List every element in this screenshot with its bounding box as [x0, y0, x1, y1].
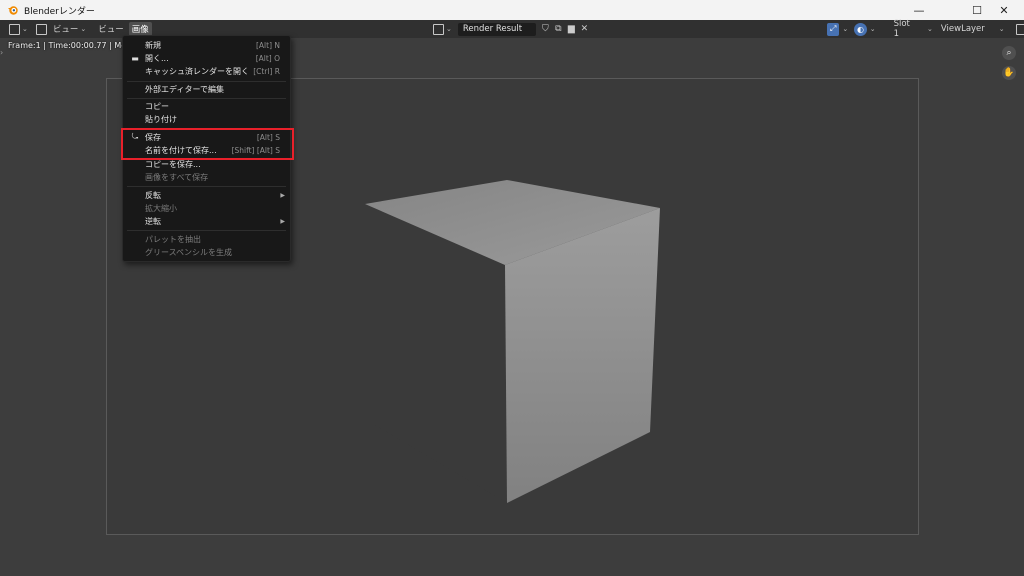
menu-item-label: コピー: [145, 101, 169, 111]
menu-item-edit-externally[interactable]: 外部エディターで編集: [123, 83, 290, 95]
sidebar-toggle-icon[interactable]: ›: [0, 48, 3, 57]
menu-item-label: 開く...: [145, 53, 169, 63]
folder-icon: ▬: [131, 53, 139, 63]
image-mode-icon: [35, 23, 47, 35]
menu-image[interactable]: 画像: [128, 22, 152, 36]
annotation-highlight-box: [121, 128, 294, 160]
display-channels-button[interactable]: ⌄: [1013, 22, 1024, 36]
chevron-down-icon: ⌄: [22, 25, 28, 33]
menu-item-open[interactable]: ▬ 開く... [Alt] O: [123, 52, 290, 64]
shortcut-label: [Alt] O: [255, 53, 280, 63]
open-folder-icon[interactable]: ▆: [565, 23, 578, 36]
chevron-down-icon: ⌄: [927, 25, 933, 33]
menu-item-paste[interactable]: 貼り付け: [123, 113, 290, 125]
render-info: Frame:1 | Time:00:00.77 | Mem:: [8, 41, 137, 50]
menu-item-label: コピーを保存...: [145, 159, 201, 169]
menu-separator: [127, 98, 286, 99]
shortcut-label: [Ctrl] R: [253, 66, 280, 76]
menu-item-label: パレットを抽出: [145, 234, 201, 244]
display-channels-icon: [1015, 23, 1024, 35]
chevron-down-icon: ⌄: [446, 25, 452, 33]
menu-item-label: 拡大縮小: [145, 203, 177, 213]
menu-view-2-label: ビュー: [98, 25, 124, 35]
blender-logo-icon: [8, 6, 18, 15]
menu-view-2[interactable]: ビュー: [95, 22, 127, 36]
unlink-x-icon[interactable]: ✕: [578, 23, 591, 36]
window-title: Blenderレンダー: [24, 6, 95, 17]
close-icon: ✕: [999, 3, 1009, 17]
mode-button[interactable]: [33, 22, 50, 36]
shortcut-label: [Alt] N: [255, 40, 280, 50]
minimize-button[interactable]: —: [900, 0, 938, 20]
maximize-icon: ☐: [972, 3, 982, 17]
menu-item-generate-grease-pencil: グリースペンシルを生成: [123, 246, 290, 258]
chevron-down-icon: ⌄: [998, 25, 1005, 33]
minimize-icon: —: [913, 3, 925, 17]
render-slot-pin-icon[interactable]: ⤢: [827, 22, 840, 36]
pan-hand-icon[interactable]: ✋: [1002, 66, 1016, 80]
submenu-arrow-icon: ▶: [280, 217, 285, 225]
slot-dropdown[interactable]: Slot 1 ⌄: [890, 19, 937, 39]
menu-item-label: グリースペンシルを生成: [145, 247, 233, 257]
menu-item-invert[interactable]: 逆転 ▶: [123, 215, 290, 227]
new-image-icon[interactable]: ⧉: [552, 23, 565, 36]
menu-item-label: 新規: [145, 40, 161, 50]
editor-type-icon: [9, 23, 20, 35]
menu-item-label: 外部エディターで編集: [145, 84, 224, 94]
slot-label: Slot 1: [893, 19, 910, 39]
editor-type-button[interactable]: ⌄: [6, 22, 31, 36]
menu-item-save-all: 画像をすべて保存: [123, 171, 290, 183]
window-titlebar: Blenderレンダー — ☐ ✕: [0, 0, 1024, 20]
menu-item-label: 反転: [145, 190, 161, 200]
menu-image-label: 画像: [131, 25, 149, 35]
menu-view-1[interactable]: ビュー ⌄: [50, 22, 89, 36]
menu-item-copy[interactable]: コピー: [123, 100, 290, 112]
close-button[interactable]: ✕: [985, 0, 1023, 20]
menu-item-resize: 拡大縮小: [123, 202, 290, 214]
menu-item-new[interactable]: 新規 [Alt] N: [123, 39, 290, 51]
image-icon: [433, 23, 444, 35]
menu-item-extract-palette: パレットを抽出: [123, 233, 290, 245]
chevron-down-icon: ⌄: [80, 25, 87, 33]
menu-item-flip[interactable]: 反転 ▶: [123, 189, 290, 201]
image-browse-button[interactable]: ⌄: [430, 22, 455, 36]
menu-item-open-cached-render[interactable]: キャッシュ済レンダーを開く [Ctrl] R: [123, 65, 290, 77]
menu-separator: [127, 186, 286, 187]
menu-item-label: 貼り付け: [145, 114, 177, 124]
view-layer-label: ViewLayer: [940, 24, 985, 34]
chevron-down-icon: ⌄: [842, 25, 849, 33]
overlay-toggle-icon[interactable]: ◐: [854, 22, 867, 36]
zoom-icon[interactable]: ⌕: [1002, 46, 1016, 60]
menu-item-label: 画像をすべて保存: [145, 172, 209, 182]
menu-item-label: キャッシュ済レンダーを開く: [145, 66, 249, 76]
menu-separator: [127, 81, 286, 82]
menu-separator: [127, 230, 286, 231]
view-layer-dropdown[interactable]: ViewLayer ⌄: [937, 22, 1009, 36]
submenu-arrow-icon: ▶: [280, 191, 285, 199]
menu-item-label: 逆転: [145, 216, 161, 226]
image-name-field[interactable]: Render Result: [457, 22, 536, 36]
menu-view-1-label: ビュー: [52, 25, 79, 35]
fake-user-shield-icon[interactable]: ⛉: [539, 23, 552, 36]
chevron-down-icon: ⌄: [869, 25, 876, 33]
